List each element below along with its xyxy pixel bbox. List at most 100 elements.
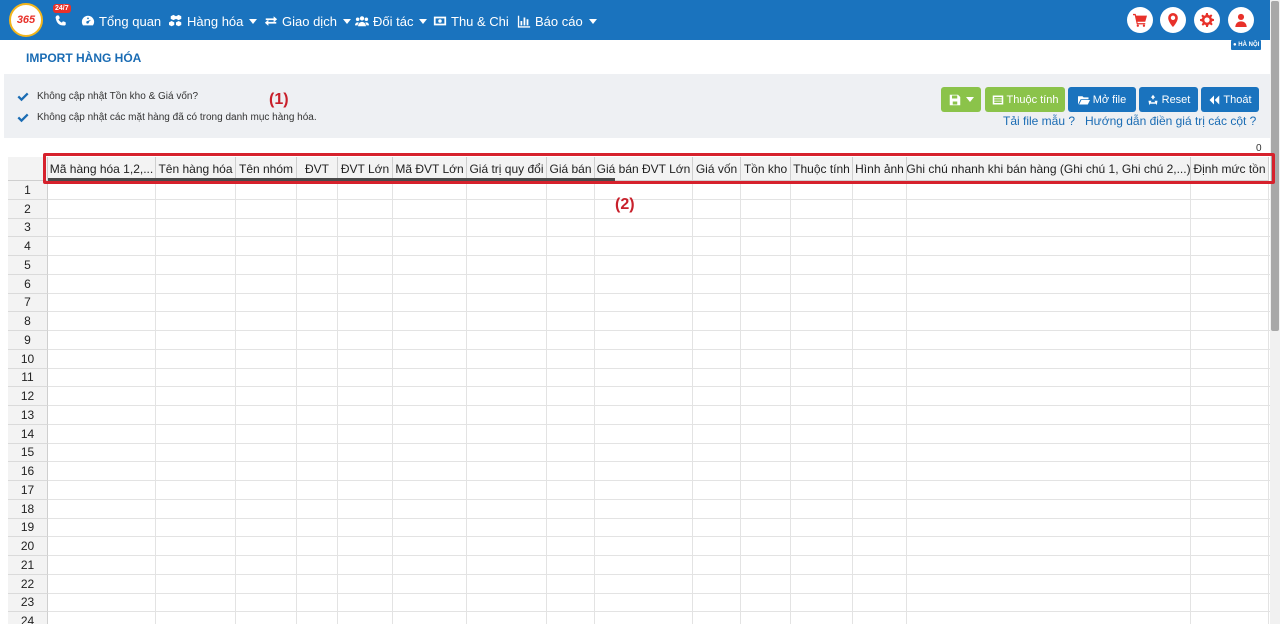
row-header[interactable]: 21: [8, 556, 48, 575]
dashboard-icon: [81, 15, 95, 26]
checkmark-icon[interactable]: [17, 113, 29, 123]
folder-open-icon: [1077, 95, 1090, 104]
nav-label: Tổng quan: [99, 13, 162, 29]
row-divider: [48, 573, 1270, 575]
column-divider: [740, 181, 741, 624]
chevron-down-icon: [588, 18, 597, 24]
row-divider: [48, 442, 1270, 444]
chevron-down-icon: [342, 18, 351, 24]
nav-label: Báo cáo: [535, 13, 583, 29]
column-guide-link[interactable]: Hướng dẫn điền giá trị các cột ?: [1085, 114, 1256, 128]
open-file-label: Mở file: [1092, 93, 1127, 106]
row-header[interactable]: 13: [8, 406, 48, 425]
nav-label: Đối tác: [373, 13, 414, 29]
nav-item-reports[interactable]: Báo cáo: [517, 12, 597, 30]
row-header[interactable]: 1: [8, 181, 48, 200]
row-header[interactable]: 14: [8, 424, 48, 444]
column-divider: [594, 181, 595, 624]
option-skip-existing-items[interactable]: Không cập nhật các mặt hàng đã có trong …: [17, 112, 317, 123]
option-label: Không cập nhật Tồn kho & Giá vốn?: [37, 91, 199, 102]
page-title: IMPORT HÀNG HÓA: [26, 51, 142, 65]
column-header[interactable]: Ghi chú nhanh khi bán hàng (Ghi chú 1, G…: [907, 157, 1191, 181]
chevron-down-icon: [249, 18, 258, 24]
row-header[interactable]: 6: [8, 274, 48, 294]
row-header[interactable]: 8: [8, 312, 48, 331]
column-header[interactable]: Giá vốn: [693, 157, 741, 181]
bar-chart-icon: [517, 15, 531, 28]
settings-button[interactable]: [1194, 7, 1220, 33]
row-header[interactable]: 7: [8, 293, 48, 313]
checkmark-icon[interactable]: [17, 92, 29, 102]
title-bar: [4, 40, 1270, 74]
save-dropdown-button[interactable]: [941, 87, 981, 112]
column-divider: [337, 181, 338, 624]
row-header[interactable]: 2: [8, 199, 48, 219]
row-header[interactable]: 10: [8, 349, 48, 369]
account-button[interactable]: [1228, 7, 1254, 33]
open-file-button[interactable]: Mở file: [1068, 87, 1136, 112]
row-header[interactable]: 9: [8, 331, 48, 350]
save-icon: [949, 94, 960, 105]
exit-button[interactable]: Thoát: [1201, 87, 1259, 112]
row-divider: [48, 348, 1270, 350]
column-divider: [906, 181, 907, 624]
row-divider: [48, 423, 1270, 425]
scrollbar-thumb[interactable]: [1271, 1, 1279, 331]
grid-corner[interactable]: [8, 157, 48, 181]
page-scrollbar[interactable]: [1270, 0, 1280, 624]
column-header[interactable]: Hình ảnh: [853, 157, 907, 181]
row-divider: [48, 592, 1270, 594]
row-header[interactable]: 23: [8, 593, 48, 613]
import-grid[interactable]: Mã hàng hóa 1,2,... Tên hàng hóa Tên nhóm Đ…: [8, 157, 1270, 624]
chevron-down-icon: [419, 18, 428, 24]
cart-button[interactable]: [1127, 7, 1153, 33]
row-header[interactable]: 4: [8, 237, 48, 256]
location-button[interactable]: [1160, 7, 1186, 33]
attributes-button[interactable]: Thuộc tính: [985, 87, 1065, 112]
nav-label: Thu & Chi: [451, 13, 509, 29]
row-header[interactable]: 15: [8, 443, 48, 463]
column-divider: [392, 181, 393, 624]
row-header[interactable]: 19: [8, 518, 48, 538]
option-skip-stock-cost[interactable]: Không cập nhật Tồn kho & Giá vốn?: [17, 91, 198, 102]
reset-label: Reset: [1161, 93, 1191, 106]
nav-item-products[interactable]: Hàng hóa: [169, 12, 258, 30]
row-divider: [48, 198, 1270, 200]
phone-icon[interactable]: [53, 10, 73, 30]
nav-item-overview[interactable]: Tổng quan: [81, 12, 161, 30]
column-divider: [1268, 181, 1269, 624]
nav-label: Giao dịch: [282, 13, 337, 29]
app-logo[interactable]: 365: [9, 3, 43, 37]
users-icon: [355, 16, 369, 27]
attributes-label: Thuộc tính: [1006, 93, 1059, 106]
row-header[interactable]: 5: [8, 256, 48, 275]
column-divider: [1190, 181, 1191, 624]
row-header[interactable]: 20: [8, 537, 48, 556]
column-header[interactable]: Tồn kho: [741, 157, 791, 181]
nav-item-transactions[interactable]: Giao dịch: [264, 12, 351, 30]
map-marker-icon: [1168, 13, 1178, 27]
column-header[interactable]: Định mức tồn: [1191, 157, 1269, 181]
row-header[interactable]: 18: [8, 499, 48, 519]
row-header[interactable]: 11: [8, 368, 48, 388]
row-header[interactable]: 3: [8, 218, 48, 238]
row-divider: [48, 292, 1270, 294]
reset-button[interactable]: Reset: [1139, 87, 1198, 112]
download-template-link[interactable]: Tải file mẫu ?: [1003, 114, 1075, 128]
row-header[interactable]: 17: [8, 481, 48, 500]
row-header[interactable]: 12: [8, 387, 48, 406]
column-header[interactable]: Thuộc tính: [791, 157, 853, 181]
row-divider: [48, 611, 1270, 613]
region-label: HÀ NỘI: [1238, 42, 1260, 48]
column-divider: [235, 181, 236, 624]
nav-item-partners[interactable]: Đối tác: [355, 12, 428, 30]
row-divider: [48, 461, 1270, 463]
row-divider: [48, 405, 1270, 406]
row-header[interactable]: 24: [8, 612, 48, 624]
user-icon: [1235, 13, 1247, 27]
row-header[interactable]: 22: [8, 574, 48, 594]
gear-icon: [1200, 13, 1214, 27]
nav-item-income-expense[interactable]: Thu & Chi: [433, 12, 509, 30]
row-divider: [48, 330, 1270, 331]
row-header[interactable]: 16: [8, 462, 48, 481]
